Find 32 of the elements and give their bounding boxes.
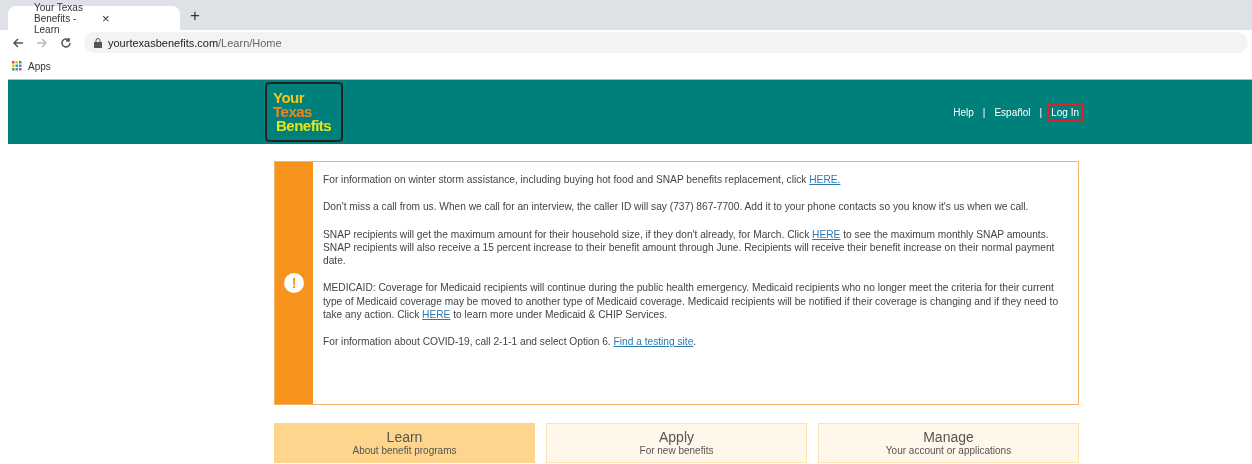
tab-sublabel: About benefit programs xyxy=(352,445,457,457)
header-link[interactable]: Help xyxy=(949,102,978,122)
tab-sublabel: Your account or applications xyxy=(885,445,1012,457)
alert-message: For information about COVID-19, call 2-1-1 and select Option 6. Find a testing site. xyxy=(323,335,698,349)
nav-tab[interactable]: Apply For new benefits xyxy=(546,423,807,463)
reload-icon[interactable] xyxy=(60,36,72,49)
here-link[interactable]: HERE xyxy=(812,228,841,240)
nav-tab[interactable]: Manage Your account or applications xyxy=(818,423,1079,463)
header-link[interactable]: Español xyxy=(990,102,1035,122)
here-link[interactable]: HERE. xyxy=(809,174,841,185)
site-logo[interactable]: Your Texas Benefits xyxy=(265,82,343,142)
back-icon[interactable] xyxy=(12,36,24,49)
link-separator: | xyxy=(1039,106,1043,118)
tab-label: Apply xyxy=(659,429,694,445)
bookmark-link[interactable]: Apps xyxy=(28,60,51,72)
tab-label: Learn xyxy=(386,429,423,445)
address-bar[interactable]: yourtexasbenefits.com/Learn/Home xyxy=(84,32,1248,53)
tab-sublabel: For new benefits xyxy=(639,445,714,457)
apps-grid-icon[interactable] xyxy=(12,61,22,71)
alert-message: SNAP recipients will get the maximum amount for their household size, if they don't already, for March. Click HERE to see the maximum monthly SNAP amounts. SNAP recipients will also receive a 15 percent increase to their benefit amount through June. Recipients will receive their benefit increase on their normal payment date. xyxy=(323,227,1056,268)
new-tab-button[interactable]: + xyxy=(190,6,200,26)
lock-icon xyxy=(94,37,102,48)
close-tab-button[interactable]: × xyxy=(102,10,170,26)
header-link[interactable]: Log In xyxy=(1047,102,1083,122)
alert-icon: ! xyxy=(284,273,304,293)
tab-label: Manage xyxy=(923,429,974,445)
alert-message: MEDICAID: Coverage for Medicaid recipients will continue during the public health emergency. Medicaid recipients who no longer meet the criteria for their current type of Medicaid coverage may be moved to another type of Medicaid coverage. Medicaid recipients will be notified if their coverage is changing and if they need to take any action. Click HERE to learn more under Medicaid & CHIP Services. xyxy=(323,281,1060,322)
alert-message: Don't miss a call from us. When we call for an interview, the caller ID will say (737) 867-7700. Add it to your phone contacts so you know it's us when we call. xyxy=(323,200,1030,214)
nav-tab[interactable]: Learn About benefit programs xyxy=(274,423,535,463)
link-separator: | xyxy=(982,106,986,118)
here-link[interactable]: HERE xyxy=(422,309,451,321)
alert-message: For information on winter storm assistance, including buying hot food and SNAP benefits replacement, click HERE. xyxy=(323,173,842,187)
